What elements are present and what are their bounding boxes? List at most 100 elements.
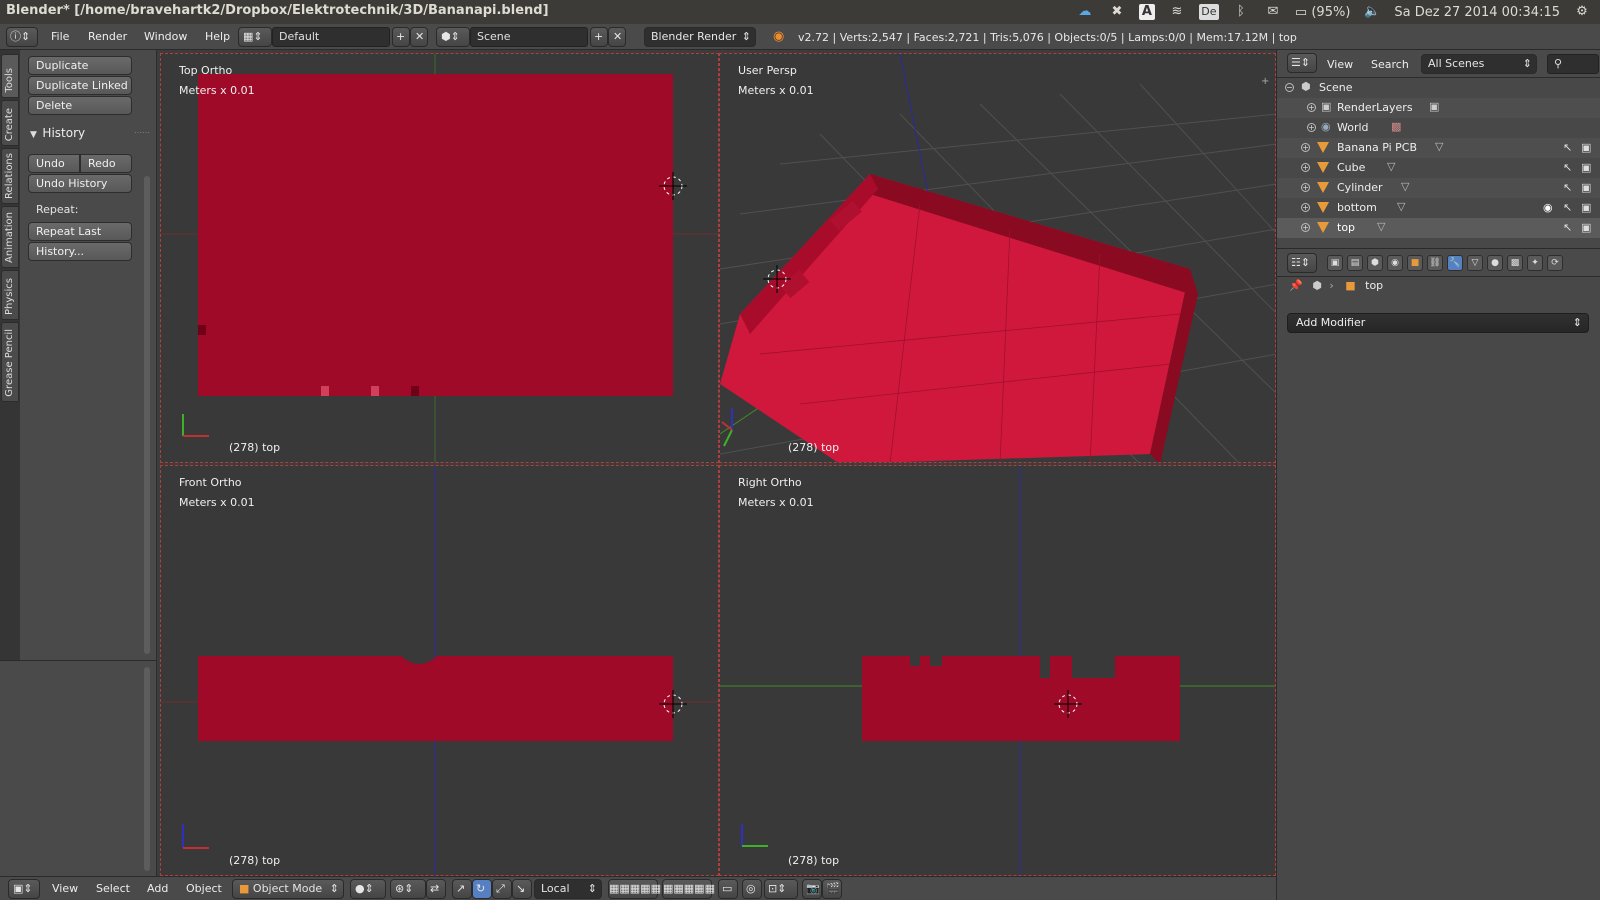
duplicate-button[interactable]: Duplicate	[28, 56, 132, 75]
expand-icon[interactable]: +	[1301, 163, 1310, 172]
render-engine-dropdown[interactable]: Blender Render ⇕	[644, 27, 756, 47]
tab-relations[interactable]: Relations	[1, 148, 19, 204]
expand-icon[interactable]: +	[1301, 223, 1310, 232]
viewport-top-ortho[interactable]: Top Ortho Meters x 0.01 (278) top	[160, 53, 719, 463]
outliner-search-field[interactable]: ⚲	[1547, 54, 1599, 74]
visibility-eye-icon[interactable]: ◉	[1543, 201, 1553, 214]
tab-create[interactable]: Create	[1, 100, 19, 146]
tool-options-scrollbar[interactable]	[144, 667, 150, 871]
screen-layout-icon-button[interactable]: ▦⇕	[238, 27, 272, 47]
viewport-right-ortho[interactable]: Right Ortho Meters x 0.01 (278) top	[719, 465, 1276, 876]
outliner-filter-dropdown[interactable]: All Scenes ⇕	[1421, 54, 1537, 74]
toolshelf-scrollbar[interactable]	[144, 176, 150, 654]
lock-layer-icon[interactable]: ▭	[718, 879, 738, 899]
screen-layout-field[interactable]: Default	[272, 27, 390, 47]
history-menu-button[interactable]: History...	[28, 242, 132, 261]
add-modifier-dropdown[interactable]: Add Modifier ⇕	[1287, 313, 1589, 333]
settings-gear-icon[interactable]: ⚙	[1572, 4, 1592, 20]
outliner-row-renderlayers[interactable]: + ▣ RenderLayers ▣	[1277, 98, 1600, 118]
outliner-row-banana-pi-pcb[interactable]: + Banana Pi PCB ▽ ↖ ▣	[1277, 138, 1600, 158]
render-camera-icon[interactable]: ▣	[1581, 221, 1591, 234]
remove-scene-button[interactable]: ✕	[608, 27, 626, 47]
cursor-select-icon[interactable]: ↖	[1563, 201, 1572, 214]
object-tab-icon[interactable]: ■	[1407, 255, 1423, 271]
redo-button[interactable]: Redo	[80, 154, 132, 173]
modifiers-tab-icon[interactable]: 🔧	[1447, 255, 1463, 271]
render-camera-icon[interactable]: ▣	[1581, 201, 1591, 214]
proportional-edit-icon[interactable]: ◎	[742, 879, 762, 899]
render-anim-icon[interactable]: 🎬	[822, 879, 842, 899]
undo-history-button[interactable]: Undo History	[28, 174, 132, 193]
render-camera-icon[interactable]: ▣	[1581, 181, 1591, 194]
editor-type-button[interactable]: ⓘ⇕	[6, 27, 38, 47]
viewport-user-persp[interactable]: + User Persp Meters x 0.01 (278) top	[719, 53, 1276, 463]
menu-window[interactable]: Window	[144, 30, 187, 43]
render-camera-icon[interactable]: 📷	[802, 879, 822, 899]
cloud-icon[interactable]: ☁	[1075, 4, 1095, 20]
translate-manipulator-icon[interactable]: ↗	[452, 879, 472, 899]
menu-help[interactable]: Help	[205, 30, 230, 43]
render-tab-icon[interactable]: ▣	[1327, 255, 1343, 271]
repeat-last-button[interactable]: Repeat Last	[28, 222, 132, 241]
outliner-row-cylinder[interactable]: + Cylinder ▽ ↖ ▣	[1277, 178, 1600, 198]
menu-object[interactable]: Object	[186, 882, 222, 895]
snap-dropdown[interactable]: ⊡⇕	[764, 879, 798, 899]
outliner-row-cube[interactable]: + Cube ▽ ↖ ▣	[1277, 158, 1600, 178]
particles-tab-icon[interactable]: ✦	[1527, 255, 1543, 271]
constraints-tab-icon[interactable]: ⛓	[1427, 255, 1443, 271]
shading-dropdown[interactable]: ●⇕	[350, 879, 386, 899]
physics-tab-icon[interactable]: ⟳	[1547, 255, 1563, 271]
pivot-dropdown[interactable]: ⊛⇕	[390, 879, 426, 899]
renderlayers-tab-icon[interactable]: ▤	[1347, 255, 1363, 271]
properties-editor-type-button[interactable]: ☷⇕	[1287, 253, 1317, 273]
viewport-front-ortho[interactable]: Front Ortho Meters x 0.01 (278) top	[160, 465, 719, 876]
bluetooth-icon[interactable]: ᛒ	[1231, 4, 1251, 20]
pin-icon[interactable]: 📌	[1289, 279, 1303, 292]
add-screen-button[interactable]: +	[392, 27, 410, 47]
orientation-dropdown[interactable]: Local ⇕	[534, 879, 602, 899]
add-scene-button[interactable]: +	[590, 27, 608, 47]
outliner-row-bottom[interactable]: + bottom ▽ ◉ ↖ ▣	[1277, 198, 1600, 218]
layer-buttons-2[interactable]: ▦▦▦▦▦	[662, 879, 715, 899]
material-tab-icon[interactable]: ●	[1487, 255, 1503, 271]
wifi-icon[interactable]: ≋	[1167, 4, 1187, 20]
tab-physics[interactable]: Physics	[1, 270, 19, 320]
tab-animation[interactable]: Animation	[1, 206, 19, 268]
expand-icon[interactable]: +	[1301, 183, 1310, 192]
expand-icon[interactable]: +	[1301, 203, 1310, 212]
tab-tools[interactable]: Tools	[1, 54, 19, 98]
render-camera-icon[interactable]: ▣	[1581, 141, 1591, 154]
layer-buttons-1[interactable]: ▦▦▦▦▦	[608, 879, 661, 899]
menu-select[interactable]: Select	[96, 882, 130, 895]
outliner-row-scene[interactable]: − ⬢ Scene	[1277, 78, 1600, 98]
collapse-icon[interactable]: −	[1285, 83, 1294, 92]
menu-render[interactable]: Render	[88, 30, 127, 43]
duplicate-linked-button[interactable]: Duplicate Linked	[28, 76, 132, 95]
battery-indicator[interactable]: ▭ (95%)	[1295, 5, 1350, 20]
view3d-editor-type-button[interactable]: ▣⇕	[8, 879, 40, 899]
texture-tab-icon[interactable]: ▩	[1507, 255, 1523, 271]
world-tab-icon[interactable]: ◉	[1387, 255, 1403, 271]
history-panel-header[interactable]: ▼ History ⋯⋯	[30, 126, 154, 144]
clock[interactable]: Sa Dez 27 2014 00:34:15	[1394, 5, 1560, 20]
outliner-row-top[interactable]: + top ▽ ↖ ▣	[1277, 218, 1600, 238]
scene-field[interactable]: Scene	[470, 27, 588, 47]
menu-add[interactable]: Add	[147, 882, 168, 895]
manipulator-toggle[interactable]: ⇄	[426, 879, 446, 899]
outliner-editor-type-button[interactable]: ☰⇕	[1287, 53, 1317, 73]
cursor-select-icon[interactable]: ↖	[1563, 141, 1572, 154]
remove-screen-button[interactable]: ✕	[410, 27, 428, 47]
cursor-select-icon[interactable]: ↖	[1563, 161, 1572, 174]
outliner-row-world[interactable]: + ◉ World ▩	[1277, 118, 1600, 138]
cursor-select-icon[interactable]: ↖	[1563, 221, 1572, 234]
mode-dropdown[interactable]: ■ Object Mode ⇕	[232, 879, 344, 899]
expand-icon[interactable]: +	[1301, 143, 1310, 152]
cursor-select-icon[interactable]: ↖	[1563, 181, 1572, 194]
tab-grease-pencil[interactable]: Grease Pencil	[1, 322, 19, 402]
render-camera-icon[interactable]: ▣	[1581, 161, 1591, 174]
mail-icon[interactable]: ✉	[1263, 4, 1283, 20]
outliner-menu-search[interactable]: Search	[1371, 58, 1409, 71]
expand-icon[interactable]: +	[1307, 123, 1316, 132]
expand-icon[interactable]: +	[1307, 103, 1316, 112]
rotate-manipulator-icon[interactable]: ↻	[472, 879, 492, 899]
